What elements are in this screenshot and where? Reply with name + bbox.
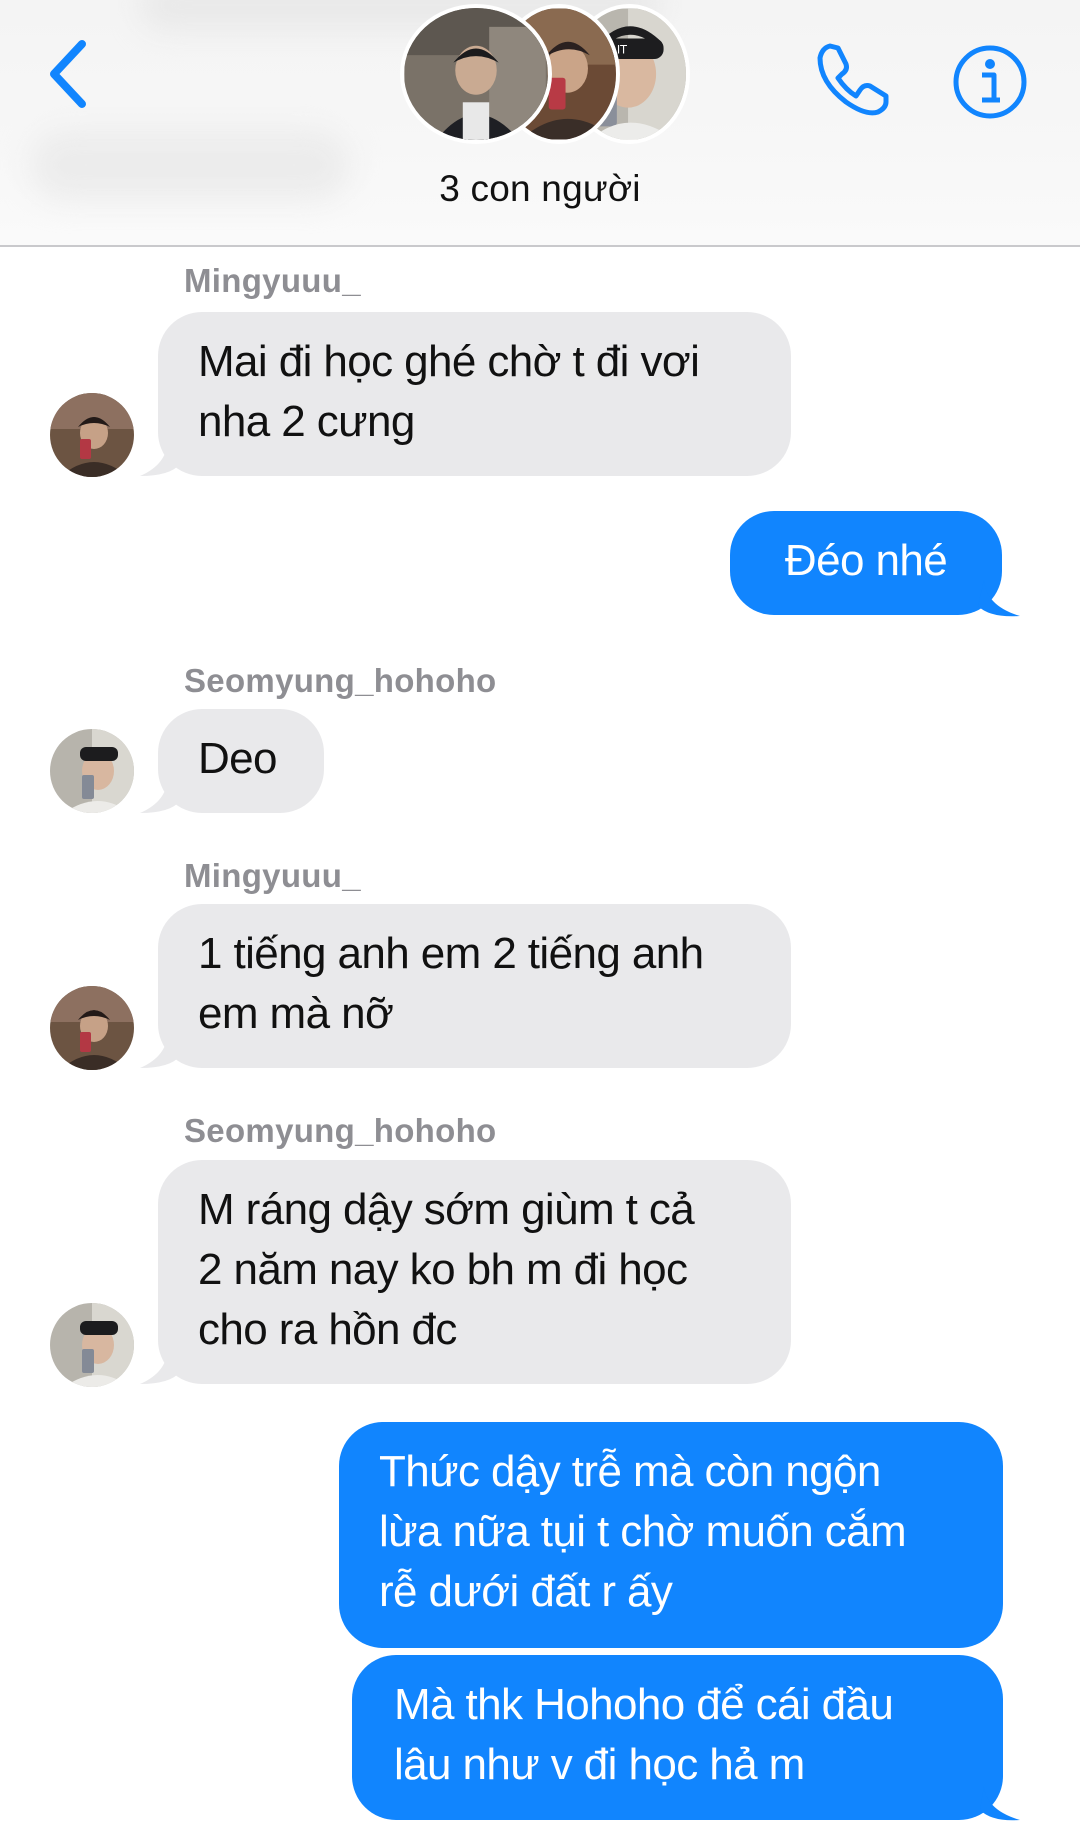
message-text-line: Mà thk Hohoho để cái đầu	[394, 1680, 894, 1729]
message-text-line: Đéo nhé	[784, 536, 948, 585]
chat-header: IT 3 con người	[0, 0, 1080, 247]
outgoing-message-bubble[interactable]: Đéo nhé	[730, 511, 1002, 615]
back-button[interactable]	[44, 36, 104, 116]
bubble-tail	[980, 1786, 1020, 1821]
message-text-line: lâu như v đi học hả m	[394, 1740, 805, 1789]
sender-avatar[interactable]	[50, 986, 134, 1070]
message-text-line: lừa nữa tụi t chờ muốn cắm	[379, 1507, 907, 1556]
incoming-message-bubble[interactable]: Mai đi học ghé chờ t đi vơi nha 2 cưng	[158, 312, 791, 476]
message-text-line: Deo	[198, 734, 278, 783]
outgoing-message-bubble[interactable]: Thức dậy trễ mà còn ngộn lừa nữa tụi t c…	[339, 1422, 1003, 1648]
message-text-line: em mà nỡ	[198, 989, 394, 1038]
bubble-tail	[140, 1030, 180, 1068]
info-circle-icon	[953, 45, 1027, 119]
sender-avatar[interactable]	[50, 1303, 134, 1387]
call-button[interactable]	[812, 40, 892, 120]
bubble-tail	[140, 438, 180, 476]
sender-name: Mingyuuu_	[184, 857, 361, 894]
message-text-line: Mai đi học ghé chờ t đi vơi	[198, 337, 700, 386]
incoming-message-bubble[interactable]: Deo	[158, 709, 324, 813]
incoming-message-bubble[interactable]: 1 tiếng anh em 2 tiếng anh em mà nỡ	[158, 904, 791, 1068]
info-button[interactable]	[950, 42, 1030, 122]
group-name[interactable]: 3 con người	[0, 168, 1080, 210]
member-avatar	[400, 4, 552, 144]
message-text-line: M ráng dậy sớm giùm t cả	[198, 1185, 695, 1234]
message-text-line: Thức dậy trễ mà còn ngộn	[379, 1447, 881, 1496]
group-avatars[interactable]: IT	[400, 4, 690, 144]
sender-avatar[interactable]	[50, 393, 134, 477]
bubble-tail	[978, 580, 1020, 617]
outgoing-message-bubble[interactable]: Mà thk Hohoho để cái đầu lâu như v đi họ…	[352, 1655, 1003, 1820]
message-text-line: nha 2 cưng	[198, 397, 415, 446]
message-text-line: rễ dưới đất r ấy	[379, 1567, 673, 1616]
bubble-tail	[140, 775, 180, 813]
message-text-line: 2 năm nay ko bh m đi học	[198, 1245, 688, 1294]
sender-avatar[interactable]	[50, 729, 134, 813]
bubble-tail	[140, 1346, 180, 1384]
phone-icon	[817, 43, 889, 116]
incoming-message-bubble[interactable]: M ráng dậy sớm giùm t cả 2 năm nay ko bh…	[158, 1160, 791, 1384]
svg-text:IT: IT	[617, 43, 627, 56]
sender-name: Seomyung_hohoho	[184, 1112, 497, 1149]
message-text-line: cho ra hồn đc	[198, 1305, 457, 1354]
sender-name: Mingyuuu_	[184, 262, 361, 299]
chevron-left-icon	[50, 40, 86, 108]
sender-name: Seomyung_hohoho	[184, 662, 497, 699]
message-text-line: 1 tiếng anh em 2 tiếng anh	[198, 929, 704, 978]
